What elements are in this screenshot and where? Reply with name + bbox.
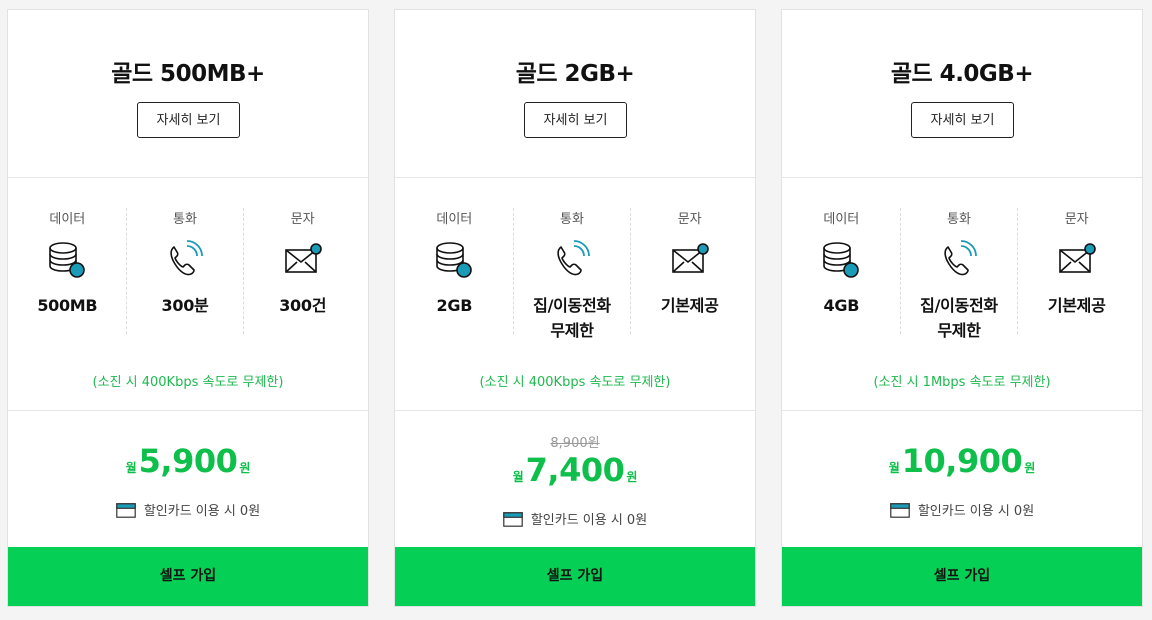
original-price: 8,900원 — [550, 436, 600, 451]
plan-pricing: 월10,900 원 할인카드 이용 시 0원 — [782, 411, 1142, 550]
plan-header: 골드 2GB+ 자세히 보기 — [395, 10, 755, 178]
plan-card: 골드 2GB+ 자세히 보기 데이터 2GB 통화 집/이동전화 무제한 문자 … — [394, 9, 756, 607]
feature-label: 통화 — [947, 212, 971, 227]
feature-sms: 문자 기본제공 — [1017, 208, 1135, 334]
data-note: (소진 시 400Kbps 속도로 무제한) — [479, 375, 671, 390]
discount-text: 할인카드 이용 시 0원 — [917, 504, 1035, 519]
phone-icon — [170, 240, 203, 276]
price-suffix: 원 — [626, 470, 638, 484]
feature-label: 통화 — [173, 212, 197, 227]
feature-value: 집/이동전화 무제한 — [920, 296, 998, 340]
self-join-button[interactable]: 셀프 가입 — [782, 547, 1142, 606]
feature-label: 문자 — [290, 212, 315, 227]
mail-icon — [671, 243, 709, 273]
feature-sms: 문자 기본제공 — [630, 208, 748, 334]
database-icon — [823, 242, 860, 278]
feature-value: 300건 — [279, 296, 327, 315]
plan-card: 골드 500MB+ 자세히 보기 데이터 500MB 통화 300분 문자 30… — [7, 9, 369, 607]
feature-label: 데이터 — [49, 212, 86, 227]
price: 월7,400 원 — [395, 451, 755, 489]
price: 월10,900 원 — [782, 442, 1142, 480]
feature-sms: 문자 300건 — [243, 208, 361, 334]
feature-call: 통화 집/이동전화 무제한 — [899, 208, 1018, 340]
self-join-button[interactable]: 셀프 가입 — [8, 547, 368, 606]
price-amount: 7,400 — [525, 451, 625, 489]
credit-card-icon — [890, 503, 910, 518]
discount-info: 할인카드 이용 시 0원 — [395, 509, 755, 528]
detail-button[interactable]: 자세히 보기 — [524, 102, 627, 138]
feature-value: 기본제공 — [1047, 296, 1106, 315]
discount-text: 할인카드 이용 시 0원 — [143, 504, 261, 519]
plan-header: 골드 4.0GB+ 자세히 보기 — [782, 10, 1142, 178]
price-amount: 5,900 — [138, 442, 238, 480]
price-suffix: 원 — [239, 461, 251, 475]
detail-button[interactable]: 자세히 보기 — [911, 102, 1014, 138]
discount-info: 할인카드 이용 시 0원 — [8, 500, 368, 519]
plan-features: 데이터 2GB 통화 집/이동전화 무제한 문자 기본제공 (소진 시 400K… — [395, 178, 755, 411]
mail-icon — [284, 243, 322, 273]
price-prefix: 월 — [888, 461, 900, 475]
feature-data: 데이터 4GB — [783, 208, 900, 334]
feature-label: 문자 — [677, 212, 702, 227]
feature-value: 2GB — [436, 296, 473, 315]
phone-icon — [557, 240, 590, 276]
price-prefix: 월 — [125, 461, 137, 475]
plan-title: 골드 500MB+ — [111, 61, 265, 87]
feature-value: 집/이동전화 무제한 — [533, 296, 611, 340]
feature-value: 기본제공 — [660, 296, 719, 315]
plan-card: 골드 4.0GB+ 자세히 보기 데이터 4GB 통화 집/이동전화 무제한 문… — [781, 9, 1143, 607]
plan-pricing: 월5,900 원 할인카드 이용 시 0원 — [8, 411, 368, 550]
feature-value: 4GB — [823, 296, 860, 315]
price-amount: 10,900 — [901, 442, 1023, 480]
price: 월5,900 원 — [8, 442, 368, 480]
database-icon — [49, 242, 86, 278]
mail-icon — [1058, 243, 1096, 273]
plan-header: 골드 500MB+ 자세히 보기 — [8, 10, 368, 178]
feature-label: 문자 — [1064, 212, 1089, 227]
database-icon — [436, 242, 473, 278]
plan-cards: 골드 500MB+ 자세히 보기 데이터 500MB 통화 300분 문자 30… — [0, 0, 1152, 620]
discount-info: 할인카드 이용 시 0원 — [782, 500, 1142, 519]
plan-title: 골드 4.0GB+ — [890, 61, 1034, 87]
feature-label: 통화 — [560, 212, 584, 227]
plan-title: 골드 2GB+ — [515, 61, 635, 87]
discount-text: 할인카드 이용 시 0원 — [530, 513, 648, 528]
credit-card-icon — [116, 503, 136, 518]
feature-value: 500MB — [37, 296, 98, 315]
plan-features: 데이터 500MB 통화 300분 문자 300건 (소진 시 400Kbps … — [8, 178, 368, 411]
plan-pricing: 8,900원 월7,400 원 할인카드 이용 시 0원 — [395, 411, 755, 550]
feature-data: 데이터 2GB — [396, 208, 513, 334]
price-suffix: 원 — [1024, 461, 1036, 475]
feature-call: 통화 집/이동전화 무제한 — [512, 208, 631, 340]
feature-label: 데이터 — [823, 212, 860, 227]
feature-label: 데이터 — [436, 212, 473, 227]
credit-card-icon — [503, 512, 523, 527]
feature-call: 통화 300분 — [125, 208, 244, 334]
price-prefix: 월 — [512, 470, 524, 484]
data-note: (소진 시 1Mbps 속도로 무제한) — [873, 375, 1051, 390]
phone-icon — [944, 240, 977, 276]
plan-features: 데이터 4GB 통화 집/이동전화 무제한 문자 기본제공 (소진 시 1Mbp… — [782, 178, 1142, 411]
self-join-button[interactable]: 셀프 가입 — [395, 547, 755, 606]
feature-value: 300분 — [161, 296, 209, 315]
detail-button[interactable]: 자세히 보기 — [137, 102, 240, 138]
data-note: (소진 시 400Kbps 속도로 무제한) — [92, 375, 284, 390]
feature-data: 데이터 500MB — [9, 208, 126, 334]
